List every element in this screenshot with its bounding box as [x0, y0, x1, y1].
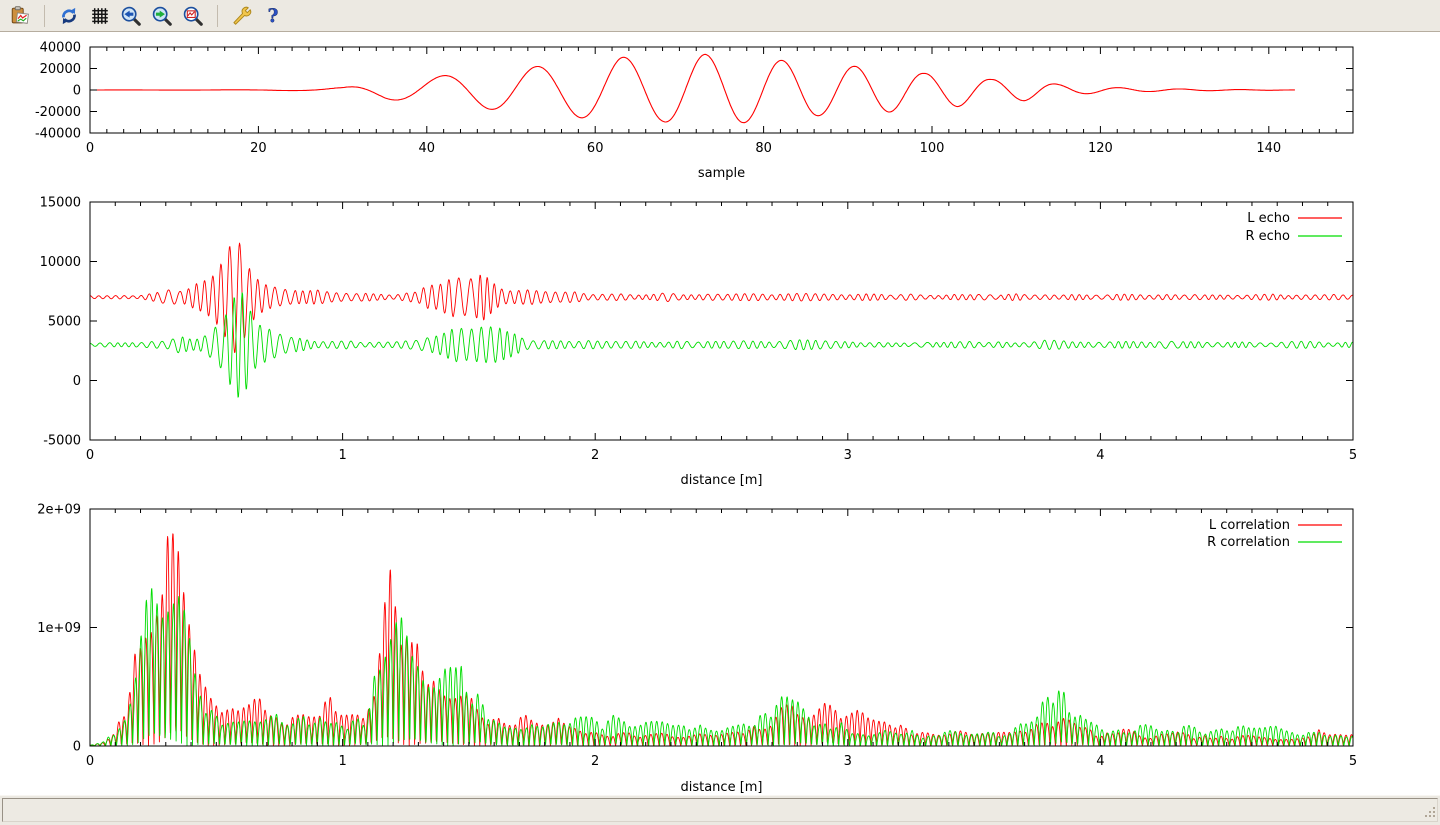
- y-tick-label: 0: [73, 374, 81, 389]
- x-tick-label: 100: [920, 141, 945, 156]
- plot-frame: [90, 202, 1353, 440]
- x-tick-label: 5: [1349, 448, 1357, 463]
- help-button[interactable]: ?: [260, 3, 286, 29]
- x-tick-label: 140: [1256, 141, 1281, 156]
- y-tick-label: 0: [73, 84, 81, 99]
- x-tick-label: 2: [591, 754, 599, 769]
- zoom-previous-icon: [120, 5, 142, 27]
- svg-text:?: ?: [268, 5, 279, 26]
- toolbar-separator: [217, 5, 218, 27]
- plot-area: 02040608010012014040000200000-20000-4000…: [0, 32, 1440, 795]
- zoom-next-button[interactable]: [149, 3, 175, 29]
- x-tick-label: 5: [1349, 754, 1357, 769]
- plot-canvas[interactable]: 02040608010012014040000200000-20000-4000…: [0, 32, 1440, 795]
- zoom-autoscale-icon: [182, 5, 204, 27]
- wrench-icon: [231, 5, 253, 27]
- toolbar-separator: [44, 5, 45, 27]
- x-axis-title: distance [m]: [680, 780, 762, 795]
- x-tick-label: 1: [338, 448, 346, 463]
- copy-plot-icon: [9, 5, 31, 27]
- x-tick-label: 20: [250, 141, 267, 156]
- replot-button[interactable]: [56, 3, 82, 29]
- grid-icon: [89, 5, 111, 27]
- x-tick-label: 80: [755, 141, 772, 156]
- legend-label: L correlation: [1209, 518, 1290, 533]
- y-tick-label: -20000: [35, 105, 81, 120]
- x-tick-label: 120: [1088, 141, 1113, 156]
- axis-ticks: [90, 509, 1353, 746]
- legend-label: R echo: [1245, 229, 1290, 244]
- x-axis-title: sample: [698, 166, 745, 181]
- configure-button[interactable]: [229, 3, 255, 29]
- y-tick-label: 15000: [40, 196, 81, 211]
- toggle-grid-button[interactable]: [87, 3, 113, 29]
- zoom-previous-button[interactable]: [118, 3, 144, 29]
- gnuplot-window: { "window": { "background": "#ffffff", "…: [0, 0, 1440, 825]
- x-tick-label: 0: [86, 448, 94, 463]
- x-tick-label: 60: [587, 141, 604, 156]
- x-tick-label: 4: [1096, 448, 1104, 463]
- series-l-correlation: [90, 534, 1353, 746]
- status-bar: [0, 795, 1440, 825]
- x-axis-title: distance [m]: [680, 473, 762, 488]
- y-tick-label: 5000: [48, 315, 81, 330]
- legend-label: L echo: [1247, 211, 1290, 226]
- x-tick-label: 2: [591, 448, 599, 463]
- status-field: [2, 798, 1438, 822]
- y-tick-label: 40000: [40, 41, 81, 56]
- series-l-echo: [90, 243, 1353, 352]
- y-tick-label: 10000: [40, 255, 81, 270]
- zoom-next-icon: [151, 5, 173, 27]
- resize-grip[interactable]: [1422, 806, 1436, 820]
- y-tick-label: 20000: [40, 62, 81, 77]
- y-tick-label: 0: [73, 740, 81, 755]
- legend-label: R correlation: [1207, 535, 1290, 550]
- x-tick-label: 4: [1096, 754, 1104, 769]
- series-r-echo: [90, 293, 1353, 398]
- x-tick-label: 3: [844, 448, 852, 463]
- plot-frame: [90, 509, 1353, 746]
- y-tick-label: 2e+09: [37, 503, 81, 518]
- help-icon: ?: [262, 5, 284, 27]
- y-tick-label: -40000: [35, 127, 81, 142]
- y-tick-label: 1e+09: [37, 621, 81, 636]
- x-tick-label: 0: [86, 141, 94, 156]
- x-tick-label: 3: [844, 754, 852, 769]
- x-tick-label: 40: [419, 141, 436, 156]
- zoom-autoscale-button[interactable]: [180, 3, 206, 29]
- x-tick-label: 1: [338, 754, 346, 769]
- axis-ticks: [90, 202, 1353, 440]
- refresh-icon: [58, 5, 80, 27]
- copy-to-clipboard-button[interactable]: [7, 3, 33, 29]
- series-excitation-chirp: [90, 54, 1295, 122]
- toolbar: ?: [0, 0, 1440, 32]
- y-tick-label: -5000: [43, 434, 81, 449]
- x-tick-label: 0: [86, 754, 94, 769]
- series-r-correlation: [90, 589, 1353, 746]
